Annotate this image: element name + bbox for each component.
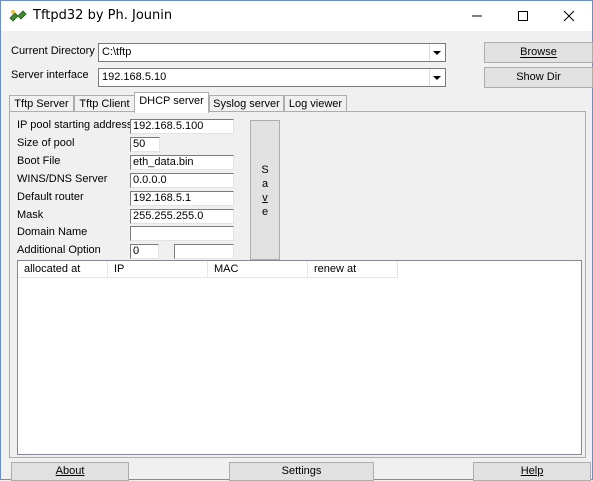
chevron-down-icon[interactable]: [429, 69, 445, 86]
window-title: Tftpd32 by Ph. Jounin: [33, 8, 173, 23]
server-interface-value: 192.168.5.10: [102, 71, 167, 83]
wins-dns-input[interactable]: 0.0.0.0: [130, 173, 234, 188]
help-label: Help: [520, 465, 544, 477]
app-window: Tftpd32 by Ph. Jounin Current Directory …: [0, 0, 593, 481]
about-label: About: [55, 465, 85, 477]
browse-label: Browse: [520, 46, 557, 58]
column-header-mac[interactable]: MAC: [208, 261, 308, 278]
save-letter: e: [261, 206, 269, 218]
current-directory-label: Current Directory: [11, 45, 95, 57]
wins-dns-label: WINS/DNS Server: [17, 173, 108, 185]
ip-pool-input[interactable]: 192.168.5.100: [130, 119, 234, 134]
tab-log-viewer[interactable]: Log viewer: [284, 95, 347, 112]
about-button[interactable]: About: [11, 462, 129, 481]
save-letter: a: [261, 178, 269, 190]
close-button[interactable]: [546, 1, 592, 31]
server-interface-label: Server interface: [11, 69, 89, 81]
domain-name-label: Domain Name: [17, 226, 88, 238]
additional-option-value-input[interactable]: [174, 244, 234, 259]
browse-button[interactable]: Browse: [484, 42, 593, 63]
default-router-label: Default router: [17, 191, 84, 203]
tab-dhcp-server[interactable]: DHCP server: [134, 92, 209, 113]
app-logo-icon: [9, 10, 27, 22]
show-dir-label: Show Dir: [516, 71, 561, 83]
settings-button[interactable]: Settings: [229, 462, 374, 481]
minimize-button[interactable]: [454, 1, 500, 31]
tab-syslog-server[interactable]: Syslog server: [209, 95, 284, 112]
tab-label: Log viewer: [288, 98, 343, 110]
save-letter: v: [262, 192, 268, 204]
settings-label: Settings: [281, 465, 322, 477]
save-button[interactable]: S a v e: [250, 120, 280, 260]
minimize-icon: [472, 15, 482, 17]
boot-file-label: Boot File: [17, 155, 61, 167]
maximize-icon: [518, 11, 528, 21]
close-icon: [563, 10, 575, 22]
mask-input[interactable]: 255.255.255.0: [130, 209, 234, 224]
tab-label: DHCP server: [139, 95, 204, 107]
title-bar[interactable]: Tftpd32 by Ph. Jounin: [1, 1, 592, 31]
pool-size-label: Size of pool: [17, 137, 75, 149]
chevron-down-icon[interactable]: [429, 44, 445, 61]
column-header-renew-at[interactable]: renew at: [308, 261, 398, 278]
mask-label: Mask: [17, 209, 44, 221]
dhcp-leases-list[interactable]: allocated at IP MAC renew at: [17, 260, 582, 455]
current-directory-value: C:\tftp: [102, 46, 132, 58]
tab-tftp-server[interactable]: Tftp Server: [9, 95, 74, 112]
show-dir-button[interactable]: Show Dir: [484, 67, 593, 88]
save-letter: S: [261, 164, 269, 176]
column-header-allocated-at[interactable]: allocated at: [18, 261, 108, 278]
column-header-ip[interactable]: IP: [108, 261, 208, 278]
additional-option-label: Additional Option: [17, 244, 101, 256]
current-directory-combo[interactable]: C:\tftp: [98, 43, 446, 62]
tab-label: Tftp Server: [14, 98, 69, 110]
maximize-button[interactable]: [500, 1, 546, 31]
help-button[interactable]: Help: [473, 462, 591, 481]
additional-option-number-input[interactable]: 0: [130, 244, 159, 259]
ip-pool-label: IP pool starting address: [17, 119, 133, 131]
domain-name-input[interactable]: [130, 226, 234, 241]
tab-label: Syslog server: [213, 98, 280, 110]
pool-size-input[interactable]: 50: [130, 137, 160, 152]
boot-file-input[interactable]: eth_data.bin: [130, 155, 234, 170]
tab-label: Tftp Client: [79, 98, 130, 110]
server-interface-combo[interactable]: 192.168.5.10: [98, 68, 446, 87]
default-router-input[interactable]: 192.168.5.1: [130, 191, 234, 206]
tab-tftp-client[interactable]: Tftp Client: [74, 95, 135, 112]
